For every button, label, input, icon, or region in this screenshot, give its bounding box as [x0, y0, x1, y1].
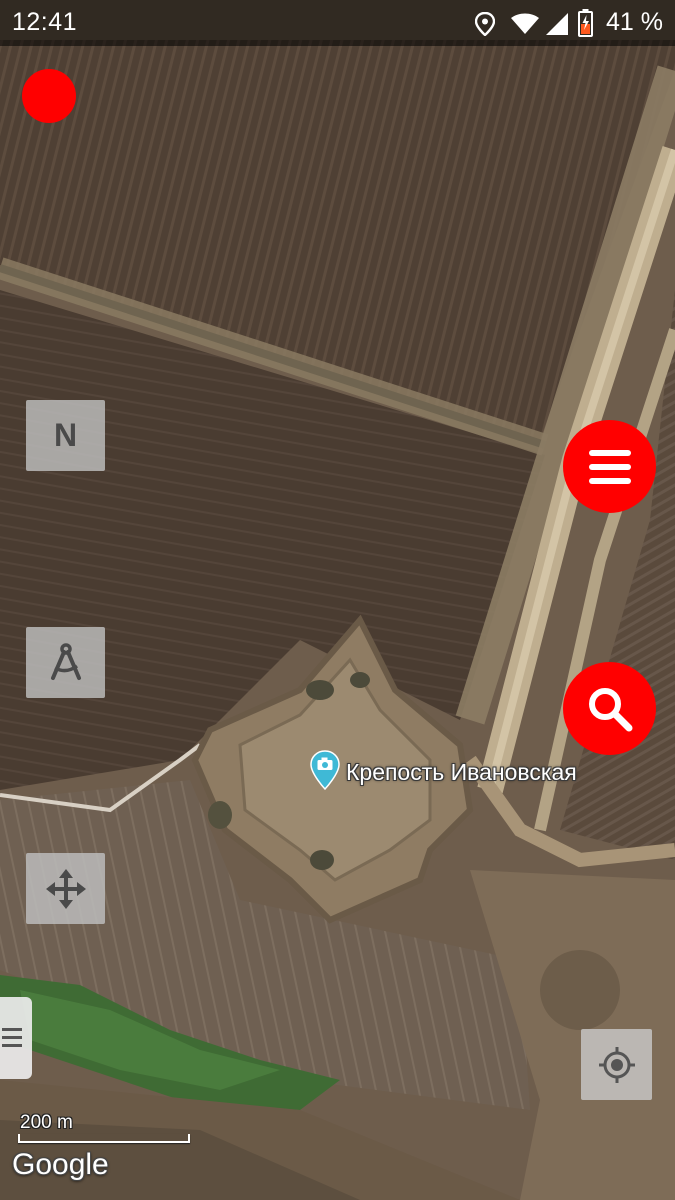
camera-pin-icon [310, 750, 340, 790]
menu-icon [588, 449, 631, 484]
north-button[interactable]: N [26, 400, 105, 471]
compass-icon [50, 642, 81, 680]
my-location-button[interactable] [581, 1029, 652, 1100]
poi-label: Крепость Ивановская [346, 759, 577, 785]
search-button[interactable] [563, 662, 656, 755]
search-icon [588, 687, 632, 731]
location-icon [475, 12, 495, 36]
status-bar: 12:41 41 % [0, 0, 675, 46]
satellite-map[interactable] [0, 0, 675, 1200]
drawer-handle[interactable] [0, 997, 32, 1079]
measure-button[interactable] [26, 627, 105, 698]
menu-icon [2, 1028, 22, 1047]
battery-icon [578, 9, 593, 37]
move-icon [45, 868, 86, 909]
battery-percent: 41 % [606, 8, 663, 36]
my-location-icon [598, 1046, 635, 1083]
menu-button[interactable] [563, 420, 656, 513]
scale-line [18, 1134, 190, 1143]
status-time: 12:41 [12, 8, 78, 36]
record-indicator[interactable] [22, 69, 76, 123]
google-logo: Google [12, 1148, 109, 1181]
scale-label: 200 m [20, 1112, 73, 1133]
cell-signal-icon [546, 13, 568, 35]
wifi-icon [511, 13, 539, 34]
north-label: N [53, 417, 78, 453]
pan-button[interactable] [26, 853, 105, 924]
